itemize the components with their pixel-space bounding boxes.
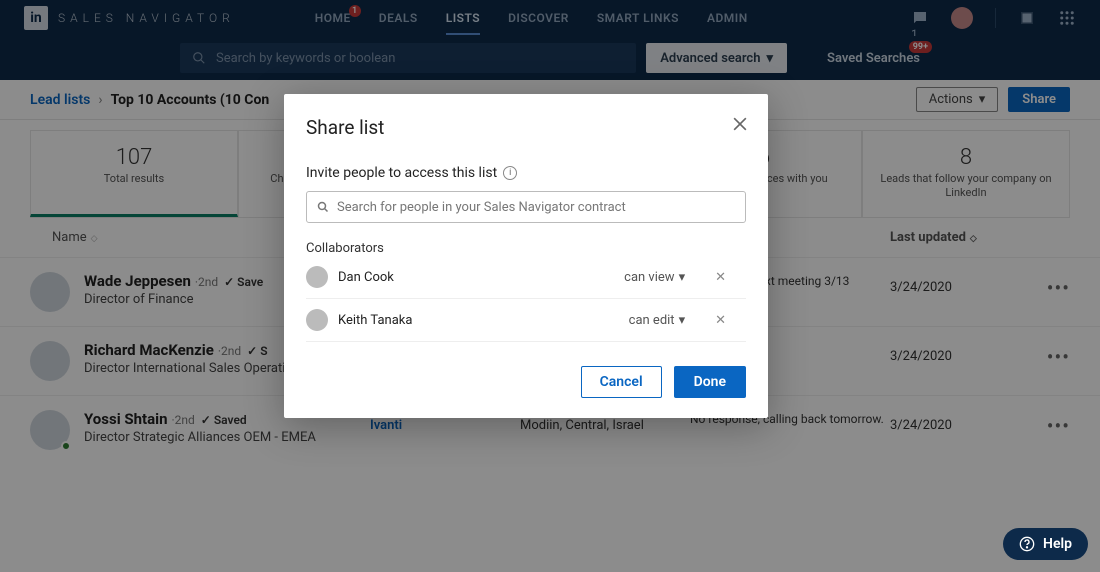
modal-footer: Cancel Done bbox=[306, 366, 746, 398]
permission-label: can edit bbox=[629, 313, 675, 328]
collaborator-row: Dan Cook can view ▾ ✕ bbox=[306, 256, 746, 299]
permission-label: can view bbox=[624, 270, 674, 285]
search-icon bbox=[317, 201, 329, 213]
collaborators-label: Collaborators bbox=[306, 241, 746, 256]
permission-dropdown[interactable]: can view ▾ bbox=[624, 270, 685, 285]
help-icon bbox=[1019, 536, 1035, 552]
collaborator-name: Dan Cook bbox=[338, 270, 394, 285]
cancel-button[interactable]: Cancel bbox=[581, 366, 662, 398]
close-icon[interactable] bbox=[730, 114, 750, 134]
chevron-down-icon: ▾ bbox=[679, 270, 686, 285]
info-icon[interactable]: i bbox=[503, 166, 517, 180]
collaborator-row: Keith Tanaka can edit ▾ ✕ bbox=[306, 299, 746, 342]
search-people-input[interactable]: Search for people in your Sales Navigato… bbox=[306, 191, 746, 223]
remove-collaborator-icon[interactable]: ✕ bbox=[715, 313, 726, 328]
modal-title: Share list bbox=[306, 116, 746, 139]
help-button[interactable]: Help bbox=[1003, 528, 1088, 560]
share-list-modal: Share list Invite people to access this … bbox=[284, 94, 768, 418]
invite-text: Invite people to access this list bbox=[306, 165, 497, 181]
remove-collaborator-icon[interactable]: ✕ bbox=[715, 270, 726, 285]
help-label: Help bbox=[1043, 536, 1072, 552]
avatar bbox=[306, 266, 328, 288]
search-people-placeholder: Search for people in your Sales Navigato… bbox=[337, 200, 626, 215]
modal-invite-label: Invite people to access this list i bbox=[306, 165, 746, 181]
avatar bbox=[306, 309, 328, 331]
done-button[interactable]: Done bbox=[674, 366, 746, 398]
collaborator-name: Keith Tanaka bbox=[338, 313, 412, 328]
chevron-down-icon: ▾ bbox=[679, 313, 686, 328]
permission-dropdown[interactable]: can edit ▾ bbox=[629, 313, 685, 328]
